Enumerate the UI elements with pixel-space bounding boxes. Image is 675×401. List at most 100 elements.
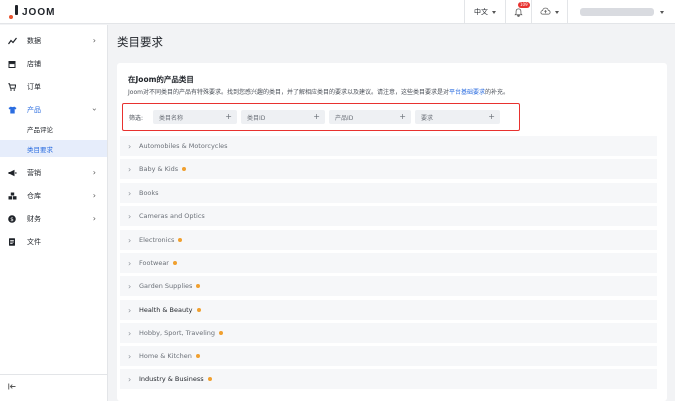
logo-text: JOOM [22,6,56,18]
sidebar-item-files[interactable]: 文件 [0,233,107,250]
filter-chip-label: 要求 [421,114,434,122]
chevron-right-icon: › [92,214,96,223]
chevron-right-icon: › [128,258,132,268]
category-name: Home & Kitchen [139,352,200,360]
filter-chip-label: 产品ID [335,114,354,122]
sidebar-item-label: 营销 [27,168,41,177]
bell-icon: 109 [514,1,530,17]
requirement-dot-icon [195,354,200,358]
category-name: Baby & Kids [139,165,187,173]
sidebar-item-orders[interactable]: 订单 [0,78,107,95]
sidebar-item-store[interactable]: 店铺 [0,55,107,72]
chevron-right-icon: › [128,188,132,198]
category-name: Cameras and Optics [139,212,205,220]
language-selector[interactable]: 中文 [464,0,505,24]
megaphone-icon [8,169,17,177]
category-row[interactable]: › Books [120,183,657,203]
filter-chip-label: 类目ID [247,114,266,122]
chevron-down-icon [492,10,496,14]
plus-icon: + [313,112,320,121]
category-row[interactable]: › Home & Kitchen [120,346,657,366]
chevron-right-icon: › [92,36,96,45]
filter-category-name[interactable]: 类目名称 + [153,110,237,124]
sidebar-divider [0,374,107,375]
chevron-down-icon [659,10,664,14]
category-row[interactable]: › Automobiles & Motorcycles [120,136,657,156]
filter-chip-label: 类目名称 [159,114,184,122]
trend-chart-icon [8,37,17,45]
plus-icon: + [488,112,495,121]
category-name: Electronics [139,236,183,244]
sidebar-item-label: 数据 [27,36,41,45]
chevron-right-icon: › [128,235,132,245]
account-menu[interactable] [567,0,675,24]
category-row[interactable]: › Footwear [120,253,657,273]
card-title: 在Joom的产品类目 [128,75,194,84]
sidebar-item-label: 店铺 [27,59,41,68]
chevron-right-icon: › [128,281,132,291]
joom-logo[interactable]: JOOM [9,5,55,19]
sidebar-subitem-product-reviews[interactable]: 产品评论 [0,120,107,137]
sidebar-item-label: 文件 [27,237,41,246]
requirement-dot-icon [219,331,224,335]
sidebar-item-products[interactable]: 产品 › [0,101,107,118]
chevron-right-icon: › [92,168,96,177]
sidebar-item-label: 仓库 [27,191,41,200]
sidebar-subitem-label: 类目要求 [27,145,53,154]
chevron-right-icon: › [128,211,132,221]
card-description: Joom对不同类目的产品有特殊要求。找到您感兴趣的类目，并了解相应类目的要求以及… [128,87,509,96]
requirement-dot-icon [207,377,212,381]
notifications-button[interactable]: 109 [505,0,531,24]
filter-product-id[interactable]: 产品ID + [329,110,411,124]
category-name: Garden Supplies [139,282,201,290]
requirement-dot-icon [172,261,177,265]
filter-label: 筛选: [129,115,144,122]
category-row[interactable]: › Garden Supplies [120,276,657,296]
chevron-right-icon: › [128,164,132,174]
sidebar-item-warehouse[interactable]: 仓库 › [0,187,107,204]
category-name: Industry & Business [139,375,212,383]
cloud-menu-button[interactable] [531,0,567,24]
sidebar-item-finance[interactable]: $ 财务 › [0,210,107,227]
category-name: Books [139,189,159,197]
requirement-dot-icon [196,284,201,288]
description-text: Joom对不同类目的产品有特殊要求。找到您感兴趣的类目，并了解相应类目的要求以及… [128,89,449,96]
requirement-dot-icon [182,167,187,171]
sidebar-subitem-category-requirements[interactable]: 类目要求 [0,140,107,157]
category-row[interactable]: › Industry & Business [120,369,657,389]
category-name: Health & Beauty [139,306,201,314]
chevron-right-icon: › [128,305,132,315]
category-name: Automobiles & Motorcycles [139,142,228,150]
chevron-right-icon: › [128,328,132,338]
sidebar: 数据 › 店铺 订单 产品 › 产品评论 类目要求 营销 › 仓库 › $ 财务… [0,25,108,401]
category-row[interactable]: › Cameras and Optics [120,206,657,226]
categories-card: 在Joom的产品类目 Joom对不同类目的产品有特殊要求。找到您感兴趣的类目，并… [117,63,667,401]
chevron-down-icon [555,10,559,14]
joom-logo-icon [9,5,18,19]
chevron-right-icon: › [128,141,132,151]
collapse-sidebar-icon[interactable] [8,383,16,392]
category-row[interactable]: › Hobby, Sport, Traveling [120,323,657,343]
description-text-suffix: 的补充。 [484,89,509,96]
sidebar-item-data[interactable]: 数据 › [0,32,107,49]
plus-icon: + [225,112,232,121]
page-title: 类目要求 [117,35,163,49]
platform-requirements-link[interactable]: 平台基础要求 [449,89,485,96]
sidebar-item-label: 订单 [27,82,41,91]
sidebar-item-label: 产品 [27,105,41,114]
category-row[interactable]: › Electronics [120,230,657,250]
shirt-icon [8,106,17,114]
store-icon [8,60,16,68]
requirement-dot-icon [178,238,183,242]
plus-icon: + [399,112,406,121]
filter-requirement[interactable]: 要求 + [415,110,500,124]
category-row[interactable]: › Health & Beauty [120,300,657,320]
sidebar-item-marketing[interactable]: 营销 › [0,164,107,181]
chevron-right-icon: › [92,191,96,200]
category-name: Hobby, Sport, Traveling [139,329,224,337]
warehouse-icon [8,192,17,200]
category-row[interactable]: › Baby & Kids [120,159,657,179]
filter-category-id[interactable]: 类目ID + [241,110,325,124]
dollar-icon: $ [8,214,16,223]
requirement-dot-icon [196,308,201,312]
